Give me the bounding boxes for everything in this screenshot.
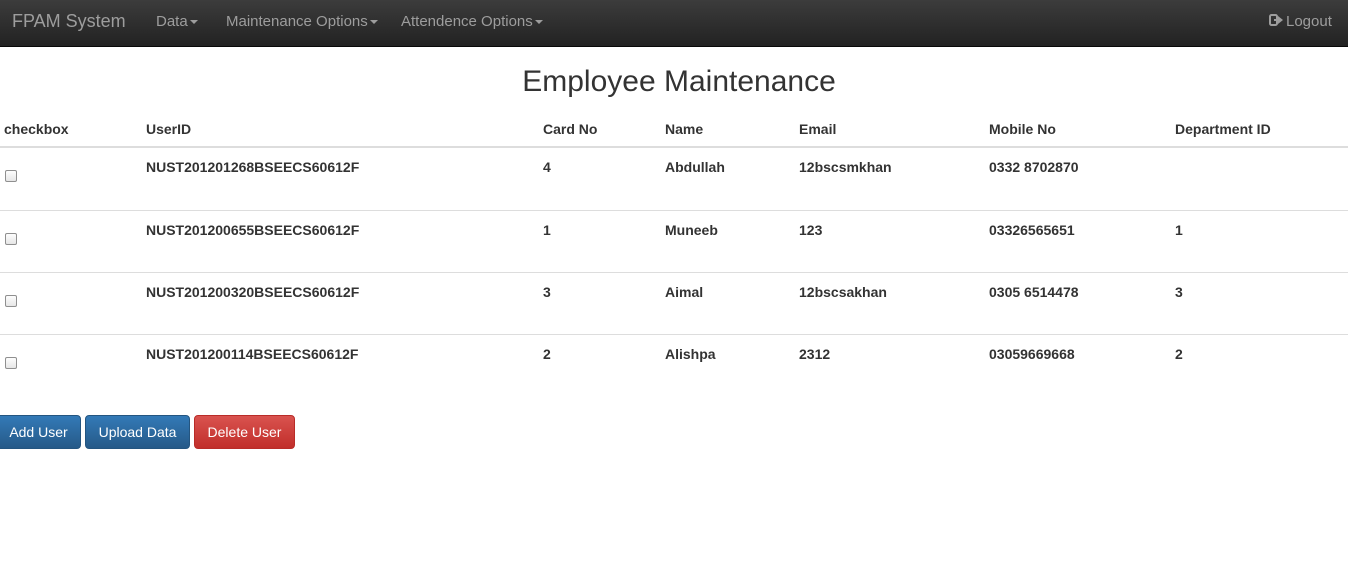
upload-data-button[interactable]: Upload Data — [85, 415, 190, 449]
row-checkbox[interactable] — [5, 295, 17, 307]
cell-mobile: 03059669668 — [989, 346, 1075, 362]
cell-email: 123 — [799, 222, 823, 238]
cell-department-id: 1 — [1175, 222, 1183, 238]
header-userid: UserID — [146, 121, 192, 137]
brand-link[interactable]: FPAM System — [12, 11, 126, 32]
header-mobile-no: Mobile No — [989, 121, 1056, 137]
cell-name: Muneeb — [665, 222, 718, 238]
table-row: NUST201200114BSEECS60612F 2 Alishpa 2312… — [0, 334, 1348, 396]
cell-mobile: 0305 6514478 — [989, 284, 1079, 300]
page-title: Employee Maintenance — [522, 65, 836, 98]
cell-name: Aimal — [665, 284, 704, 300]
logout-icon — [1269, 14, 1283, 26]
header-checkbox: checkbox — [4, 121, 69, 137]
data-menu[interactable]: Data — [156, 13, 198, 30]
attendence-options-label: Attendence Options — [401, 13, 533, 30]
cell-userid: NUST201201268BSEECS60612F — [146, 159, 360, 175]
row-checkbox[interactable] — [5, 233, 17, 245]
row-checkbox[interactable] — [5, 357, 17, 369]
logout-label: Logout — [1286, 13, 1332, 30]
header-email: Email — [799, 121, 837, 137]
cell-userid: NUST201200655BSEECS60612F — [146, 222, 360, 238]
maintenance-options-label: Maintenance Options — [226, 13, 368, 30]
maintenance-options-menu[interactable]: Maintenance Options — [226, 13, 378, 30]
cell-mobile: 0332 8702870 — [989, 159, 1079, 175]
cell-mobile: 03326565651 — [989, 222, 1075, 238]
caret-down-icon — [369, 20, 378, 25]
cell-card-no: 2 — [543, 346, 551, 362]
cell-name: Alishpa — [665, 346, 716, 362]
table-row: NUST201201268BSEECS60612F 4 Abdullah 12b… — [0, 148, 1348, 210]
cell-card-no: 4 — [543, 159, 551, 175]
cell-email: 12bscsmkhan — [799, 159, 892, 175]
cell-card-no: 3 — [543, 284, 551, 300]
header-card-no: Card No — [543, 121, 598, 137]
cell-department-id: 2 — [1175, 346, 1183, 362]
cell-name: Abdullah — [665, 159, 725, 175]
cell-email: 12bscsakhan — [799, 284, 887, 300]
caret-down-icon — [189, 20, 198, 25]
row-checkbox[interactable] — [5, 170, 17, 182]
caret-down-icon — [534, 20, 543, 25]
table-row: NUST201200655BSEECS60612F 1 Muneeb 123 0… — [0, 210, 1348, 272]
cell-card-no: 1 — [543, 222, 551, 238]
header-department-id: Department ID — [1175, 121, 1271, 137]
employee-table: checkbox UserID Card No Name Email Mobil… — [0, 110, 1348, 396]
table-row: NUST201200320BSEECS60612F 3 Aimal 12bscs… — [0, 272, 1348, 334]
attendence-options-menu[interactable]: Attendence Options — [401, 13, 543, 30]
top-navbar: FPAM System Data Maintenance Options Att… — [0, 0, 1348, 47]
header-name: Name — [665, 121, 704, 137]
cell-department-id: 3 — [1175, 284, 1183, 300]
cell-userid: NUST201200114BSEECS60612F — [146, 346, 359, 362]
table-header-row: checkbox UserID Card No Name Email Mobil… — [0, 110, 1348, 148]
cell-userid: NUST201200320BSEECS60612F — [146, 284, 360, 300]
add-user-button[interactable]: Add User — [0, 415, 81, 449]
logout-link[interactable]: Logout — [1269, 13, 1332, 30]
data-menu-label: Data — [156, 13, 188, 30]
cell-email: 2312 — [799, 346, 831, 362]
delete-user-button[interactable]: Delete User — [194, 415, 295, 449]
